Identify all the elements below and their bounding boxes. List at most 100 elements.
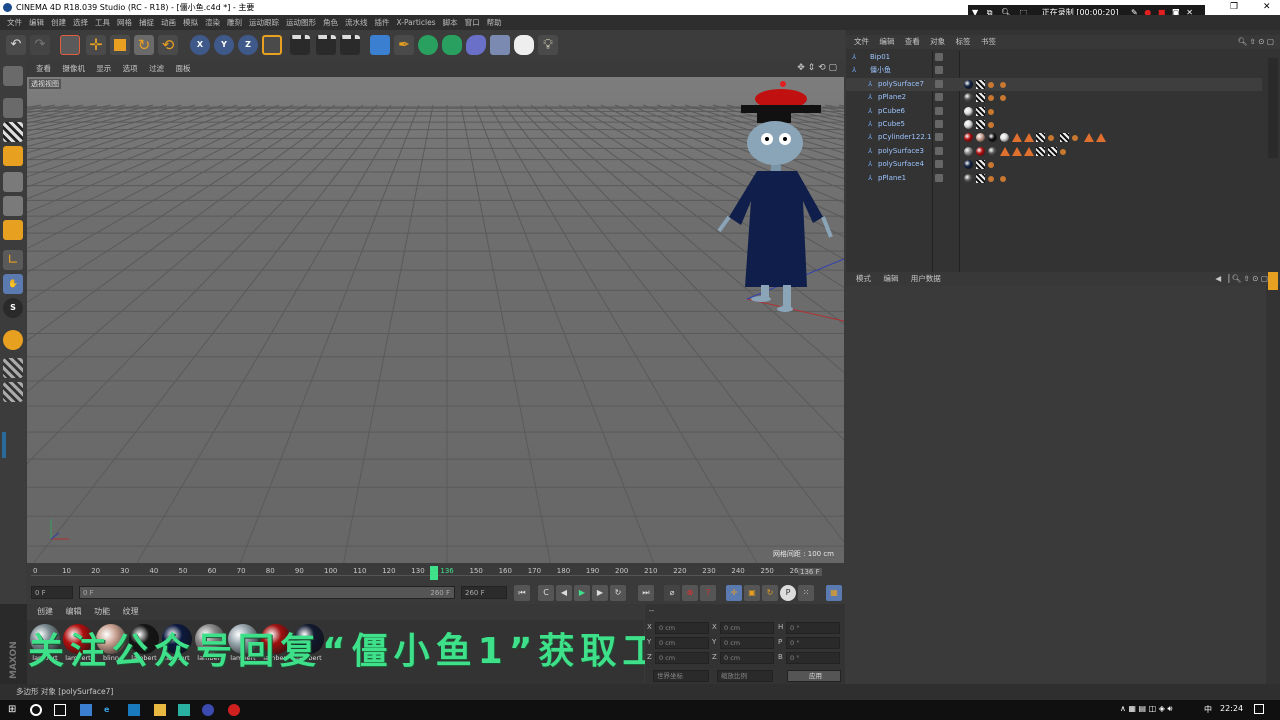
keyframe-selection-icon[interactable]: ?	[700, 585, 716, 601]
object-name[interactable]: pPlane1	[878, 172, 906, 185]
menu-item-4[interactable]: 工具	[95, 18, 110, 27]
viewport-menu-camera[interactable]: 摄像机	[62, 64, 85, 73]
previous-key-icon[interactable]: C	[538, 585, 554, 601]
phong-tag-icon[interactable]	[988, 81, 994, 88]
material-tag-icon[interactable]	[1000, 133, 1009, 143]
play-icon[interactable]: ▶	[574, 585, 590, 601]
soft-selection-icon[interactable]	[3, 330, 23, 350]
menu-item-6[interactable]: 捕捉	[139, 18, 154, 27]
phong-tag-icon[interactable]	[1000, 81, 1006, 88]
texture-tag-icon[interactable]	[976, 93, 985, 103]
visibility-toggle[interactable]	[935, 133, 943, 142]
jiangshi-character-model[interactable]	[699, 77, 839, 317]
object-name[interactable]: 僵小鱼	[870, 64, 891, 77]
app-icon-1[interactable]	[128, 704, 140, 716]
tweak-mode-icon[interactable]: ✋	[3, 274, 23, 294]
z-axis-icon[interactable]: Z	[238, 35, 258, 55]
object-menu-file[interactable]: 文件	[854, 37, 869, 46]
object-row[interactable]: ⅄ polySurface7	[846, 77, 1262, 91]
texture-tag-icon[interactable]	[976, 106, 985, 116]
phong-tag-icon[interactable]	[988, 108, 994, 115]
lock-workplane-icon[interactable]	[3, 358, 23, 378]
object-menu-tags[interactable]: 标签	[956, 37, 971, 46]
object-name[interactable]: pPlane2	[878, 91, 906, 104]
material-tag-icon[interactable]	[964, 120, 973, 129]
object-row[interactable]: ⅄ polySurface3	[846, 145, 1262, 158]
recorder-taskbar-icon[interactable]	[228, 704, 240, 716]
object-name[interactable]: pCube6	[878, 105, 905, 118]
end-frame-field[interactable]: 260 F	[461, 586, 507, 599]
object-menu-edit[interactable]: 编辑	[879, 37, 894, 46]
menu-item-16[interactable]: X-Particles	[397, 18, 436, 27]
object-name[interactable]: polySurface4	[878, 158, 924, 171]
texture-tag-icon[interactable]	[976, 120, 985, 129]
attribute-tab[interactable]	[1268, 272, 1278, 290]
object-name[interactable]: polySurface7	[878, 78, 924, 91]
viewport-menu-display[interactable]: 显示	[96, 64, 111, 73]
cube-object-icon[interactable]	[370, 35, 390, 55]
selection-tag-icon[interactable]	[1024, 146, 1034, 156]
scale-tool-icon[interactable]	[110, 35, 130, 55]
texture-tag-icon[interactable]	[1036, 133, 1045, 143]
object-row[interactable]: ⅄ pCube6	[846, 105, 1262, 118]
restore-icon[interactable]: ❐	[1230, 2, 1238, 12]
texture-tag-icon[interactable]	[976, 173, 985, 183]
visibility-toggle[interactable]	[935, 53, 943, 61]
redo-icon[interactable]: ↷	[30, 35, 50, 55]
phong-tag-icon[interactable]	[1000, 95, 1006, 102]
menu-item-8[interactable]: 模拟	[183, 18, 198, 27]
file-explorer-icon[interactable]	[154, 704, 166, 716]
selection-tag-icon[interactable]	[1084, 133, 1094, 143]
coordinate-mode-dropdown[interactable]: 世界坐标	[653, 670, 709, 682]
material-tag-icon[interactable]	[976, 146, 985, 156]
ime-indicator[interactable]: 中	[1204, 704, 1212, 715]
coordinate-input[interactable]: 0 °	[786, 652, 840, 664]
subdivision-icon[interactable]	[418, 35, 438, 55]
coordinate-input[interactable]: 0 °	[786, 637, 840, 649]
menu-item-5[interactable]: 网格	[117, 18, 132, 27]
object-name[interactable]: pCylinder122.1	[878, 131, 931, 144]
y-axis-icon[interactable]: Y	[214, 35, 234, 55]
axis-mode-icon[interactable]: ∟	[3, 250, 23, 270]
phong-tag-icon[interactable]	[988, 122, 994, 128]
go-to-end-icon[interactable]: ⏭	[638, 585, 654, 601]
cinema4d-taskbar-icon[interactable]	[202, 704, 214, 716]
texture-tag-icon[interactable]	[1036, 146, 1045, 156]
pen-spline-icon[interactable]: ✒	[394, 35, 414, 55]
selection-tag-icon[interactable]	[1096, 133, 1106, 143]
previous-frame-icon[interactable]: ◀	[556, 585, 572, 601]
rotate-tool-icon[interactable]: ↻	[134, 35, 154, 55]
tray-icons[interactable]: ∧ ▦ ▤ ◫ ◈ 🔊︎	[1120, 704, 1172, 714]
texture-tag-icon[interactable]	[1060, 133, 1069, 143]
array-icon[interactable]	[442, 35, 462, 55]
material-tag-icon[interactable]	[964, 93, 973, 103]
coordinate-input[interactable]: 0 cm	[655, 637, 709, 649]
material-tag-icon[interactable]	[964, 79, 973, 89]
menu-item-15[interactable]: 插件	[375, 18, 390, 27]
move-tool-icon[interactable]: ✛	[86, 35, 106, 55]
menu-item-11[interactable]: 运动跟踪	[249, 18, 279, 27]
phong-tag-icon[interactable]	[1060, 148, 1066, 155]
menu-item-17[interactable]: 脚本	[443, 18, 458, 27]
viewport-menu-view[interactable]: 查看	[36, 64, 51, 73]
object-menu-objects[interactable]: 对象	[930, 37, 945, 46]
attribute-menu-edit[interactable]: 编辑	[883, 274, 898, 283]
material-tag-icon[interactable]	[964, 146, 973, 156]
floor-icon[interactable]	[490, 35, 510, 55]
object-row[interactable]: ⅄ pPlane1	[846, 172, 1262, 185]
menu-item-3[interactable]: 选择	[73, 18, 88, 27]
edge-icon[interactable]: e	[104, 704, 116, 716]
viewport-menu-panel[interactable]: 面板	[175, 64, 190, 73]
desktop-app-icon[interactable]	[80, 704, 92, 716]
menu-item-10[interactable]: 雕刻	[227, 18, 242, 27]
side-tabs[interactable]	[1268, 58, 1278, 158]
playhead[interactable]	[430, 566, 438, 580]
visibility-toggle[interactable]	[935, 173, 943, 182]
menu-item-9[interactable]: 渲染	[205, 18, 220, 27]
timeline-ruler[interactable]: 0 10 20 30 40 50 60 70 80 90 100 110 120 130 136 150 160…	[27, 563, 844, 583]
texture-tag-icon[interactable]	[1048, 146, 1057, 156]
frame-range-slider[interactable]: 0 F 260 F	[79, 586, 455, 599]
selection-tag-icon[interactable]	[1024, 133, 1034, 143]
visibility-toggle[interactable]	[935, 93, 943, 102]
coordinate-input[interactable]: 0 cm	[655, 652, 709, 664]
